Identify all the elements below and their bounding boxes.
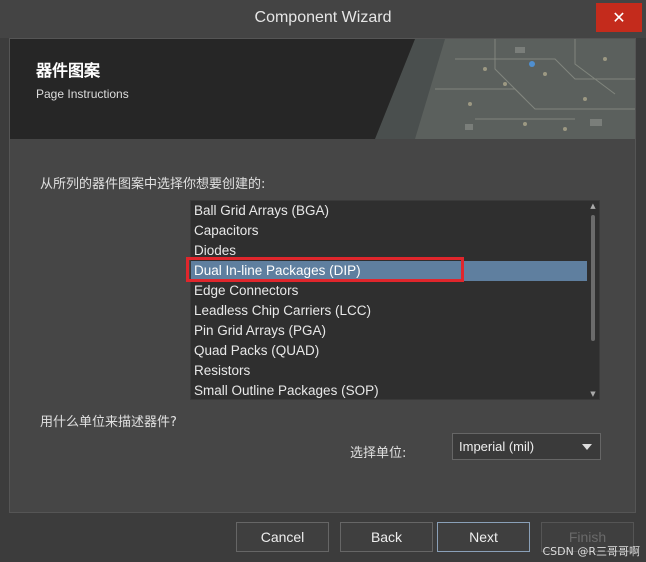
- title-bar: Component Wizard ✕: [0, 0, 646, 38]
- page-subtitle: Page Instructions: [36, 87, 129, 101]
- wizard-body: 从所列的器件图案中选择你想要创建的: Ball Grid Arrays (BGA…: [10, 139, 635, 512]
- wizard-footer: Cancel Back Next Finish CSDN @R三哥哥啊: [0, 513, 646, 562]
- list-item[interactable]: Small Outline Packages (SOP): [191, 381, 587, 401]
- list-item[interactable]: Resistors: [191, 361, 587, 381]
- window-title: Component Wizard: [254, 9, 392, 26]
- back-button[interactable]: Back: [340, 522, 433, 552]
- cancel-button[interactable]: Cancel: [236, 522, 329, 552]
- watermark-text: CSDN @R三哥哥啊: [542, 545, 640, 558]
- list-item[interactable]: Pin Grid Arrays (PGA): [191, 321, 587, 341]
- chevron-down-icon: [582, 444, 592, 450]
- list-item[interactable]: Ball Grid Arrays (BGA): [191, 201, 587, 221]
- units-question: 用什么单位来描述器件?: [40, 415, 177, 430]
- selection-prompt: 从所列的器件图案中选择你想要创建的:: [40, 177, 266, 192]
- wizard-panel: 器件图案 Page Instructions 从所列的器件图案中选择你想要创建的…: [9, 38, 636, 513]
- unit-select[interactable]: Imperial (mil): [452, 433, 601, 460]
- list-item[interactable]: Edge Connectors: [191, 281, 587, 301]
- close-icon: ✕: [612, 8, 626, 27]
- pattern-list-items: Ball Grid Arrays (BGA) Capacitors Diodes…: [191, 201, 587, 401]
- unit-select-label: 选择单位:: [350, 446, 407, 461]
- scroll-thumb[interactable]: [591, 215, 595, 341]
- wizard-header: 器件图案 Page Instructions: [10, 39, 635, 139]
- page-title: 器件图案: [36, 61, 101, 80]
- list-scrollbar[interactable]: ▲ ▼: [587, 201, 599, 399]
- scroll-down-arrow-icon[interactable]: ▼: [587, 389, 599, 399]
- scroll-up-arrow-icon[interactable]: ▲: [587, 201, 599, 211]
- list-item[interactable]: Leadless Chip Carriers (LCC): [191, 301, 587, 321]
- pattern-listbox[interactable]: Ball Grid Arrays (BGA) Capacitors Diodes…: [190, 200, 600, 400]
- component-wizard-window: Component Wizard ✕ 器件图案 Page Instruction…: [0, 0, 646, 562]
- list-item-selected[interactable]: Dual In-line Packages (DIP): [191, 261, 587, 281]
- list-item[interactable]: Capacitors: [191, 221, 587, 241]
- list-item[interactable]: Diodes: [191, 241, 587, 261]
- close-button[interactable]: ✕: [596, 3, 642, 32]
- pcb-banner-image: [375, 39, 635, 139]
- next-button[interactable]: Next: [437, 522, 530, 552]
- unit-select-value: Imperial (mil): [459, 439, 535, 454]
- list-item[interactable]: Quad Packs (QUAD): [191, 341, 587, 361]
